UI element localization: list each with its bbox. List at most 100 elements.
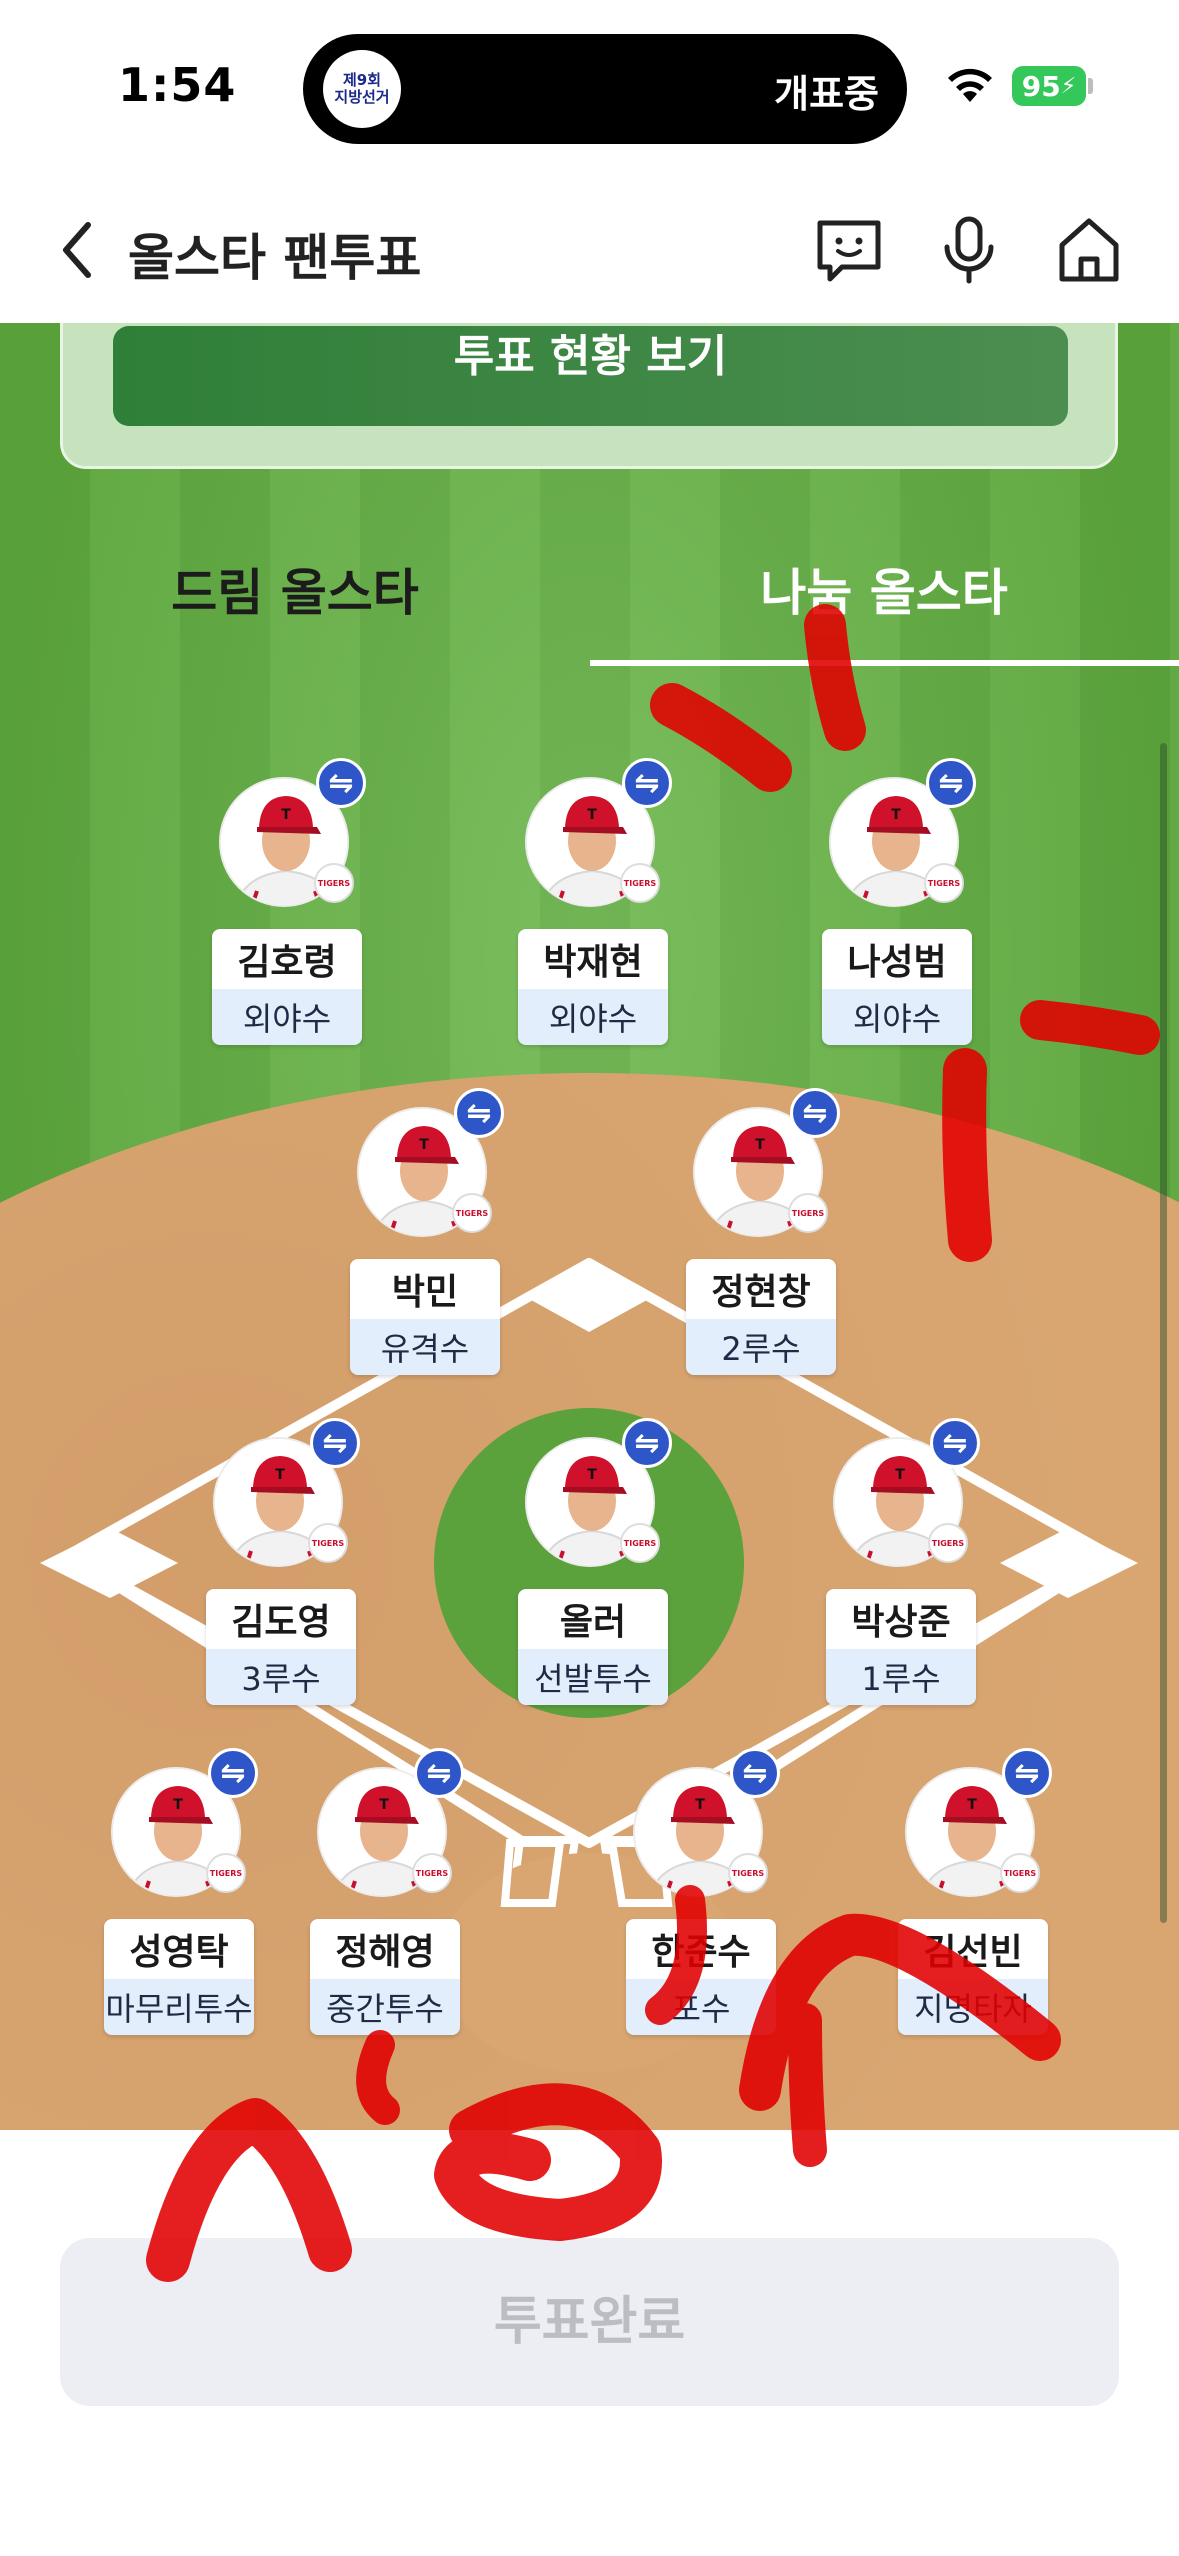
player-position: 외야수 bbox=[822, 989, 972, 1045]
swap-player-icon[interactable]: ⇋ bbox=[208, 1748, 258, 1798]
player-position: 2루수 bbox=[686, 1319, 836, 1375]
election-logo-line2: 지방선거 bbox=[334, 88, 390, 106]
svg-text:T: T bbox=[275, 1467, 285, 1483]
player-name: 박재현 bbox=[518, 929, 668, 989]
player-position: 3루수 bbox=[206, 1649, 356, 1705]
svg-text:T: T bbox=[891, 807, 901, 823]
tigers-logo-icon: TIGERS bbox=[412, 1853, 452, 1893]
player-label: 한준수 포수 bbox=[626, 1919, 776, 2035]
player-label: 박재현 외야수 bbox=[518, 929, 668, 1045]
player-card[interactable]: T ⇋ TIGERS 김선빈 지명타자 bbox=[898, 1748, 1052, 2041]
election-logo-line1: 제9회 bbox=[342, 71, 382, 89]
player-avatar-wrap: T ⇋ TIGERS bbox=[350, 1088, 504, 1241]
swap-player-icon[interactable]: ⇋ bbox=[454, 1088, 504, 1138]
chevron-left-icon[interactable] bbox=[52, 215, 104, 285]
player-name: 정현창 bbox=[686, 1259, 836, 1319]
vote-status-button[interactable]: 투표 현황 보기 bbox=[113, 326, 1068, 426]
chat-face-icon[interactable] bbox=[812, 213, 886, 287]
vote-status-card: 투표 현황 보기 bbox=[60, 323, 1118, 469]
player-card[interactable]: T ⇋ TIGERS 한준수 포수 bbox=[626, 1748, 780, 2041]
player-avatar-wrap: T ⇋ TIGERS bbox=[104, 1748, 258, 1901]
player-avatar-wrap: T ⇋ TIGERS bbox=[898, 1748, 1052, 1901]
player-avatar-wrap: T ⇋ TIGERS bbox=[822, 758, 976, 911]
player-position: 포수 bbox=[626, 1979, 776, 2035]
player-name: 한준수 bbox=[626, 1919, 776, 1979]
swap-player-icon[interactable]: ⇋ bbox=[926, 758, 976, 808]
swap-player-icon[interactable]: ⇋ bbox=[316, 758, 366, 808]
swap-player-icon[interactable]: ⇋ bbox=[622, 758, 672, 808]
player-card[interactable]: T ⇋ TIGERS 김도영 3루수 bbox=[206, 1418, 360, 1711]
tigers-logo-icon: TIGERS bbox=[788, 1193, 828, 1233]
svg-text:T: T bbox=[173, 1797, 183, 1813]
svg-text:T: T bbox=[587, 807, 597, 823]
battery-level: 95 bbox=[1021, 69, 1061, 103]
bottom-bar: 투표완료 bbox=[0, 2130, 1179, 2556]
tigers-logo-icon: TIGERS bbox=[620, 1523, 660, 1563]
svg-text:T: T bbox=[587, 1467, 597, 1483]
swap-player-icon[interactable]: ⇋ bbox=[930, 1418, 980, 1468]
player-avatar-wrap: T ⇋ TIGERS bbox=[212, 758, 366, 911]
player-avatar-wrap: T ⇋ TIGERS bbox=[626, 1748, 780, 1901]
player-position: 중간투수 bbox=[310, 1979, 460, 2035]
tigers-logo-icon: TIGERS bbox=[206, 1853, 246, 1893]
tigers-logo-icon: TIGERS bbox=[1000, 1853, 1040, 1893]
dynamic-island[interactable]: 제9회 지방선거 개표중 bbox=[303, 34, 907, 144]
player-label: 박민 유격수 bbox=[350, 1259, 500, 1375]
player-card[interactable]: T ⇋ TIGERS 김호령 외야수 bbox=[212, 758, 366, 1051]
submit-vote-button[interactable]: 투표완료 bbox=[60, 2238, 1119, 2406]
island-status-text: 개표중 bbox=[774, 72, 879, 116]
player-name: 정해영 bbox=[310, 1919, 460, 1979]
swap-player-icon[interactable]: ⇋ bbox=[790, 1088, 840, 1138]
swap-player-icon[interactable]: ⇋ bbox=[622, 1418, 672, 1468]
player-position: 유격수 bbox=[350, 1319, 500, 1375]
player-avatar-wrap: T ⇋ TIGERS bbox=[826, 1418, 980, 1571]
player-position: 1루수 bbox=[826, 1649, 976, 1705]
player-label: 김도영 3루수 bbox=[206, 1589, 356, 1705]
scrollbar[interactable] bbox=[1160, 743, 1167, 1923]
swap-player-icon[interactable]: ⇋ bbox=[310, 1418, 360, 1468]
app-screen: 1:54 제9회 지방선거 개표중 95 ⚡ 올스타 팬투표 투표 현황 보기 … bbox=[0, 0, 1179, 2556]
baseball-field: 투표 현황 보기 드림 올스타 나눔 올스타 T ⇋ TIGERS 김호령 외야수 T ⇋ T… bbox=[0, 323, 1179, 2130]
player-avatar-wrap: T ⇋ TIGERS bbox=[518, 758, 672, 911]
player-position: 지명타자 bbox=[898, 1979, 1048, 2035]
first-base bbox=[1000, 1528, 1138, 1598]
player-card[interactable]: T ⇋ TIGERS 박재현 외야수 bbox=[518, 758, 672, 1051]
svg-text:T: T bbox=[895, 1467, 905, 1483]
player-avatar-wrap: T ⇋ TIGERS bbox=[206, 1418, 360, 1571]
player-position: 외야수 bbox=[518, 989, 668, 1045]
svg-text:T: T bbox=[695, 1797, 705, 1813]
election-logo: 제9회 지방선거 bbox=[323, 50, 401, 128]
player-label: 김선빈 지명타자 bbox=[898, 1919, 1048, 2035]
status-time: 1:54 bbox=[118, 58, 237, 112]
player-card[interactable]: T ⇋ TIGERS 올러 선발투수 bbox=[518, 1418, 672, 1711]
player-name: 나성범 bbox=[822, 929, 972, 989]
player-name: 김호령 bbox=[212, 929, 362, 989]
tigers-logo-icon: TIGERS bbox=[452, 1193, 492, 1233]
tigers-logo-icon: TIGERS bbox=[924, 863, 964, 903]
tab-nanum-allstar[interactable]: 나눔 올스타 bbox=[589, 553, 1179, 625]
player-card[interactable]: T ⇋ TIGERS 성영탁 마무리투수 bbox=[104, 1748, 258, 2041]
player-position: 외야수 bbox=[212, 989, 362, 1045]
home-icon[interactable] bbox=[1052, 213, 1126, 287]
player-card[interactable]: T ⇋ TIGERS 정해영 중간투수 bbox=[310, 1748, 464, 2041]
player-label: 성영탁 마무리투수 bbox=[104, 1919, 254, 2035]
svg-text:T: T bbox=[281, 807, 291, 823]
swap-player-icon[interactable]: ⇋ bbox=[730, 1748, 780, 1798]
player-card[interactable]: T ⇋ TIGERS 박상준 1루수 bbox=[826, 1418, 980, 1711]
player-card[interactable]: T ⇋ TIGERS 나성범 외야수 bbox=[822, 758, 976, 1051]
svg-text:T: T bbox=[967, 1797, 977, 1813]
tab-dream-allstar[interactable]: 드림 올스타 bbox=[0, 553, 590, 625]
player-name: 김도영 bbox=[206, 1589, 356, 1649]
player-name: 김선빈 bbox=[898, 1919, 1048, 1979]
tigers-logo-icon: TIGERS bbox=[308, 1523, 348, 1563]
top-nav: 올스타 팬투표 bbox=[0, 175, 1179, 323]
player-card[interactable]: T ⇋ TIGERS 정현창 2루수 bbox=[686, 1088, 840, 1381]
player-card[interactable]: T ⇋ TIGERS 박민 유격수 bbox=[350, 1088, 504, 1381]
third-base bbox=[40, 1528, 178, 1598]
microphone-icon[interactable] bbox=[932, 213, 1006, 287]
swap-player-icon[interactable]: ⇋ bbox=[414, 1748, 464, 1798]
player-avatar-wrap: T ⇋ TIGERS bbox=[310, 1748, 464, 1901]
swap-player-icon[interactable]: ⇋ bbox=[1002, 1748, 1052, 1798]
player-label: 올러 선발투수 bbox=[518, 1589, 668, 1705]
player-avatar-wrap: T ⇋ TIGERS bbox=[518, 1418, 672, 1571]
